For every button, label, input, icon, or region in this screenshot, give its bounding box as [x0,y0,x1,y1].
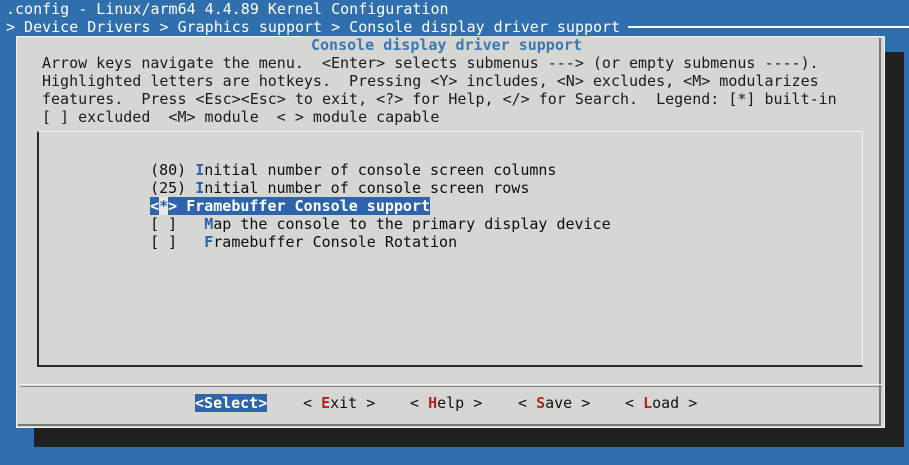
button-bracket: < [518,394,537,412]
menu-item-console-columns[interactable]: (80) Initial number of console screen co… [132,143,556,179]
button-bracket: < [303,394,322,412]
button-label: xit [330,394,358,412]
button-label: elect [213,394,259,412]
window-title: .config - Linux/arm64 4.4.89 Kernel Conf… [6,0,449,18]
help-line-1: Arrow keys navigate the menu. <Enter> se… [42,54,819,72]
save-button[interactable]: < Save > [518,394,590,412]
button-bracket: < [195,394,205,412]
button-label: ave [545,394,573,412]
button-bracket: < [625,394,644,412]
breadcrumb-rule [628,26,909,28]
button-bracket: > [464,394,483,412]
button-hotkey: E [321,394,331,412]
button-hotkey: L [643,394,653,412]
button-bracket: > [572,394,591,412]
menu-item-map-console[interactable]: [ ] Map the console to the primary displ… [132,197,611,233]
button-bracket: > [679,394,698,412]
button-bar-separator [20,384,882,385]
menu-item-console-rows[interactable]: (25) Initial number of console screen ro… [132,161,529,197]
dialog-title: Console display driver support [303,36,590,54]
menu-item-console-rotation[interactable]: [ ] Framebuffer Console Rotation [132,215,457,251]
button-bracket: > [357,394,376,412]
button-hotkey: S [204,394,214,412]
button-hotkey: H [428,394,438,412]
help-button[interactable]: < Help > [410,394,482,412]
load-button[interactable]: < Load > [625,394,697,412]
help-line-3: features. Press <Esc><Esc> to exit, <?> … [42,90,837,108]
breadcrumb: > Device Drivers > Graphics support > Co… [6,18,621,36]
dialog-right-edge [879,38,881,426]
button-label: elp [437,394,465,412]
button-bracket: < [410,394,429,412]
dialog-bottom-edge [18,424,881,426]
menu-item-framebuffer-console[interactable]: <*> Framebuffer Console support [132,179,431,215]
help-line-2: Highlighted letters are hotkeys. Pressin… [42,72,819,90]
button-label: oad [652,394,680,412]
button-bar-separator-shade [20,386,882,387]
select-button[interactable]: <Select> [195,394,268,412]
exit-button[interactable]: < Exit > [303,394,375,412]
item-label: ramebuffer Console Rotation [213,233,458,251]
button-bracket: > [258,394,268,412]
button-hotkey: S [536,394,546,412]
item-checkbox: [ ] [150,233,205,251]
help-line-4: [ ] excluded <M> module < > module capab… [42,108,440,126]
item-hotkey: F [204,233,214,251]
